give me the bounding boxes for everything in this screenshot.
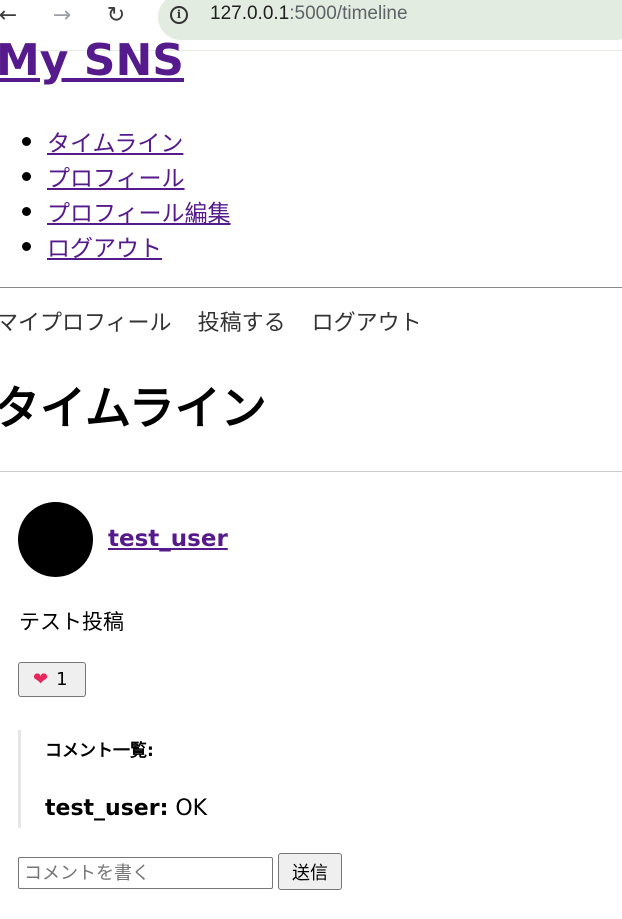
comment-item: test_user: OK (45, 796, 207, 821)
comment-author: test_user: (45, 796, 169, 821)
topnav-logout[interactable]: ログアウト (312, 311, 422, 336)
menu-link-logout[interactable]: ログアウト (47, 229, 162, 263)
forward-arrow-icon[interactable]: → (50, 4, 74, 28)
divider (0, 471, 622, 472)
comment-input[interactable] (18, 857, 273, 889)
menu-link-profile-edit[interactable]: プロフィール編集 (47, 194, 231, 228)
url-path: :5000/timeline (289, 3, 408, 24)
heart-icon: ❤ (33, 669, 49, 690)
back-arrow-icon[interactable]: ← (0, 4, 20, 28)
avatar (18, 502, 93, 577)
top-nav: マイプロフィール 投稿する ログアウト (0, 305, 448, 337)
comment-text: OK (168, 796, 208, 821)
url-host: 127.0.0.1 (210, 3, 290, 24)
like-button[interactable]: ❤ 1 (18, 662, 86, 697)
url-text[interactable]: 127.0.0.1:5000/timeline (210, 3, 408, 25)
comments-title: コメント一覧: (45, 741, 154, 761)
comments-section: コメント一覧: test_user: OK (18, 730, 321, 828)
menu-link-profile[interactable]: プロフィール (47, 159, 185, 193)
divider (0, 287, 622, 288)
post-text: テスト投稿 (19, 610, 124, 634)
send-button[interactable]: 送信 (278, 853, 342, 890)
post-username-link[interactable]: test_user (108, 526, 228, 552)
like-count: 1 (56, 669, 68, 690)
info-icon[interactable]: i (170, 6, 188, 24)
reload-icon[interactable]: ↻ (104, 4, 128, 28)
site-title-link[interactable]: My SNS (0, 32, 184, 90)
topnav-post[interactable]: 投稿する (198, 311, 286, 336)
address-bar[interactable]: i 127.0.0.1:5000/timeline (158, 0, 622, 40)
menu-link-timeline[interactable]: タイムライン (47, 124, 183, 158)
topnav-my-profile[interactable]: マイプロフィール (0, 311, 172, 336)
page-title: タイムライン (0, 381, 267, 435)
